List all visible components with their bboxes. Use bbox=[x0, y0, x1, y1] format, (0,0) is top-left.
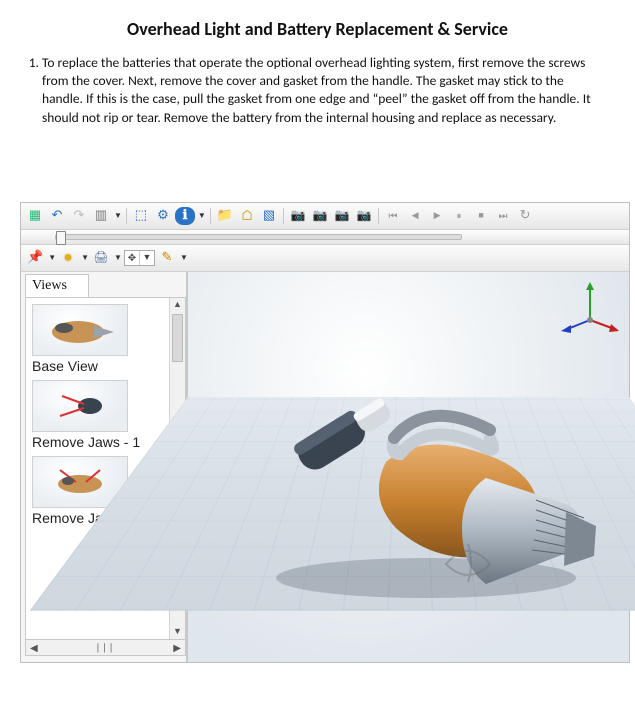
chevron-down-icon: ▼ bbox=[198, 211, 206, 221]
rescue-tool-model bbox=[236, 342, 606, 622]
settings-gear-button[interactable]: ⚙ bbox=[153, 206, 173, 226]
separator bbox=[283, 208, 284, 224]
view-item-base[interactable]: Base View bbox=[32, 304, 165, 374]
workspace: Views Base View Remove Jaws - 1 bbox=[21, 272, 629, 662]
fit-view-button[interactable]: ⬚ bbox=[131, 206, 151, 226]
chevron-down-icon: ▼ bbox=[81, 253, 89, 263]
timeline-slider[interactable] bbox=[55, 234, 462, 240]
camera-button-3[interactable]: 📷 bbox=[332, 206, 352, 226]
views-tab[interactable]: Views bbox=[25, 274, 89, 297]
chevron-down-icon: ▼ bbox=[139, 251, 154, 265]
model-viewport[interactable] bbox=[187, 272, 629, 662]
animation-pause-button[interactable]: ⏸ bbox=[449, 206, 469, 226]
animation-loop-button[interactable]: ↻ bbox=[515, 206, 535, 226]
scroll-down-arrow[interactable]: ▼ bbox=[170, 625, 185, 639]
redo-button[interactable]: ↷ bbox=[69, 206, 89, 226]
instruction-item-1: To replace the batteries that operate th… bbox=[42, 54, 607, 127]
animation-prev-button[interactable]: ◀ bbox=[405, 206, 425, 226]
print-button[interactable]: 🖨 bbox=[91, 248, 111, 268]
info-button[interactable]: ℹ bbox=[175, 207, 195, 225]
scroll-left-arrow[interactable]: ◀ bbox=[26, 641, 42, 654]
record-button[interactable]: ● bbox=[58, 248, 78, 268]
move-icon: ✥ bbox=[125, 251, 139, 265]
camera-button-2[interactable]: 📷 bbox=[310, 206, 330, 226]
main-toolbar: ▦ ↶ ↷ ▥▼ ⬚ ⚙ ℹ ▼ 📁 ⌂ ▧ 📷 📷 📷 📷 ⏮ ◀ ▶ ⏸ ■… bbox=[21, 203, 629, 230]
view-options-button[interactable]: ▥ bbox=[91, 206, 111, 226]
view-thumbnail bbox=[32, 380, 128, 432]
views-horizontal-scrollbar[interactable]: ◀ ||| ▶ bbox=[25, 640, 186, 656]
view-thumbnail bbox=[32, 304, 128, 356]
view-item-remove-jaws-1[interactable]: Remove Jaws - 1 bbox=[32, 380, 165, 450]
scroll-thumb[interactable]: ||| bbox=[96, 641, 116, 654]
scroll-right-arrow[interactable]: ▶ bbox=[169, 641, 185, 654]
folder-button[interactable]: 📁 bbox=[215, 206, 235, 226]
chevron-down-icon: ▼ bbox=[114, 253, 122, 263]
instruction-list: To replace the batteries that operate th… bbox=[42, 54, 607, 127]
animation-first-button[interactable]: ⏮ bbox=[383, 206, 403, 226]
separator bbox=[378, 208, 379, 224]
view-item-label: Remove Jaws - 1 bbox=[32, 434, 165, 450]
separator bbox=[210, 208, 211, 224]
camera-button-1[interactable]: 📷 bbox=[288, 206, 308, 226]
chevron-down-icon: ▼ bbox=[48, 253, 56, 263]
timeline-row bbox=[21, 230, 629, 245]
chevron-down-icon: ▼ bbox=[114, 211, 122, 221]
camera-button-4[interactable]: 📷 bbox=[354, 206, 374, 226]
box-button[interactable]: ▧ bbox=[259, 206, 279, 226]
annotate-button[interactable]: ✎ bbox=[157, 248, 177, 268]
view-item-label: Base View bbox=[32, 358, 165, 374]
nav-mode-control[interactable]: ✥ ▼ bbox=[124, 250, 155, 266]
scroll-up-arrow[interactable]: ▲ bbox=[170, 298, 185, 312]
separator bbox=[126, 208, 127, 224]
timeline-thumb[interactable] bbox=[56, 231, 66, 245]
home-button[interactable]: ⌂ bbox=[237, 206, 257, 226]
pushpin-button[interactable]: 📌 bbox=[25, 248, 45, 268]
orientation-triad[interactable] bbox=[559, 280, 621, 342]
chevron-down-icon: ▼ bbox=[180, 253, 188, 263]
animation-stop-button[interactable]: ■ bbox=[471, 206, 491, 226]
secondary-toolbar: 📌 ▼ ● ▼ 🖨 ▼ ✥ ▼ ✎ ▼ bbox=[21, 245, 629, 272]
animation-play-button[interactable]: ▶ bbox=[427, 206, 447, 226]
animation-next-button[interactable]: ⏭ bbox=[493, 206, 513, 226]
scroll-thumb[interactable] bbox=[172, 314, 183, 362]
page-title: Overhead Light and Battery Replacement &… bbox=[28, 18, 607, 40]
undo-button[interactable]: ↶ bbox=[47, 206, 67, 226]
cad-viewer-window: ▦ ↶ ↷ ▥▼ ⬚ ⚙ ℹ ▼ 📁 ⌂ ▧ 📷 📷 📷 📷 ⏮ ◀ ▶ ⏸ ■… bbox=[20, 202, 630, 663]
app-icon[interactable]: ▦ bbox=[25, 206, 45, 226]
